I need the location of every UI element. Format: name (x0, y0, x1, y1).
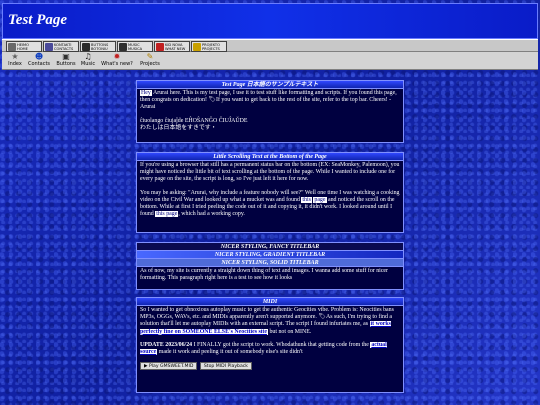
japanese-line: わたしは日本語をすきです・ (140, 124, 217, 131)
this-link[interactable]: this (301, 196, 312, 203)
play-midi-button[interactable]: ▶ Play GMSWEET.MID (140, 362, 198, 371)
whats-new-icon: ✹ (113, 52, 121, 61)
intro-panel: Test Page 日本語のサンプルテキスト Hey Arurai here. … (136, 80, 404, 143)
midi-panel: MIDI So I wanted to get obnoxious autopl… (136, 297, 404, 393)
midi-controls: ▶ Play GMSWEET.MID Stop MIDI Playback (140, 362, 400, 371)
site-title-bar: Test Page (2, 3, 538, 39)
index-icon: ★ (11, 52, 19, 61)
nav-item-music[interactable]: ♫ Music (79, 53, 97, 69)
contacts-icon: ☻ (34, 52, 44, 61)
intro-paragraph: Hey Arurai here. This is my test page, I… (140, 90, 397, 111)
whats-new-icon (156, 43, 164, 51)
buttons-icon: ▣ (62, 52, 70, 61)
banner-button-contacts[interactable]: KONTAKTI CONTACTS (43, 41, 79, 52)
nicer-styling-panel: NICER STYLING, FANCY TITLEBAR NICER STYL… (136, 242, 404, 290)
page-link[interactable]: page (313, 196, 327, 203)
music-icon: ♫ (84, 52, 92, 61)
page-title: Test Page (8, 12, 68, 28)
gradient-titlebar-heading: NICER STYLING, GRADIENT TITLEBAR (137, 251, 403, 259)
tag-icon: 🏷 (318, 314, 326, 321)
nav-item-projects[interactable]: ✎ Projects (137, 53, 163, 69)
banner-button-music[interactable]: MUSIC MUSICA (117, 41, 153, 52)
scrolling-text-heading: Little Scrolling Text at the Bottom of t… (137, 153, 403, 161)
nav-item-buttons[interactable]: ▣ Buttons (54, 53, 78, 69)
contacts-icon (45, 43, 53, 51)
buttons-icon (82, 43, 90, 51)
scrolling-text-panel: Little Scrolling Text at the Bottom of t… (136, 152, 404, 233)
home-icon (8, 43, 16, 51)
projects-icon: ✎ (146, 52, 154, 61)
nav-item-contacts[interactable]: ☻ Contacts (26, 53, 52, 69)
nav-bar: ★ Index ☻ Contacts ▣ Buttons ♫ Music ✹ W… (2, 52, 538, 70)
tag-icon: 🏷 (208, 97, 217, 104)
banner-button-projects[interactable]: PROJEKTO PROJECTS (191, 41, 227, 52)
banner-button-whats-new[interactable]: KID NOVA WHAT NEW (154, 41, 190, 52)
nav-item-index[interactable]: ★ Index (5, 53, 25, 69)
nicer-styling-body: As of now, my site is currently a straig… (140, 268, 389, 282)
fancy-titlebar-heading: NICER STYLING, FANCY TITLEBAR (137, 243, 403, 251)
music-icon (119, 43, 127, 51)
update-label: UPDATE 2023/06/24 (140, 341, 193, 348)
banner-button-home[interactable]: HEIMO HOME (6, 41, 42, 52)
midi-heading: MIDI (137, 298, 403, 306)
scrolling-paragraph-2: You may be asking: "Arurai, why include … (140, 189, 400, 218)
button-banner-bar: HEIMO HOME KONTAKTI CONTACTS BUTTONS BOTONI… (2, 39, 538, 52)
solid-titlebar-heading: NICER STYLING, SOLID TITLEBAR (137, 259, 403, 267)
midi-update-paragraph: UPDATE 2023/06/24 I FINALLY got the scri… (140, 341, 387, 356)
banner-button-buttons[interactable]: BUTTONS BOTONIU (80, 41, 116, 52)
stop-midi-button[interactable]: Stop MIDI Playback (199, 362, 252, 371)
this-page-link[interactable]: this page (155, 211, 179, 218)
hey-highlight: Hey (140, 90, 152, 96)
projects-icon (193, 43, 201, 51)
scrolling-paragraph-1: If you're using a browser that still has… (140, 162, 400, 183)
nav-item-whats-new[interactable]: ✹ What's new? (99, 53, 135, 69)
esperanto-line: ĉiuolango ĉiujaĵde EĤOŜANĜO ĈIUĴAŬDE (140, 117, 248, 124)
intro-heading: Test Page 日本語のサンプルテキスト (137, 81, 403, 89)
midi-paragraph: So I wanted to get obnoxious autoplay mu… (140, 307, 394, 335)
